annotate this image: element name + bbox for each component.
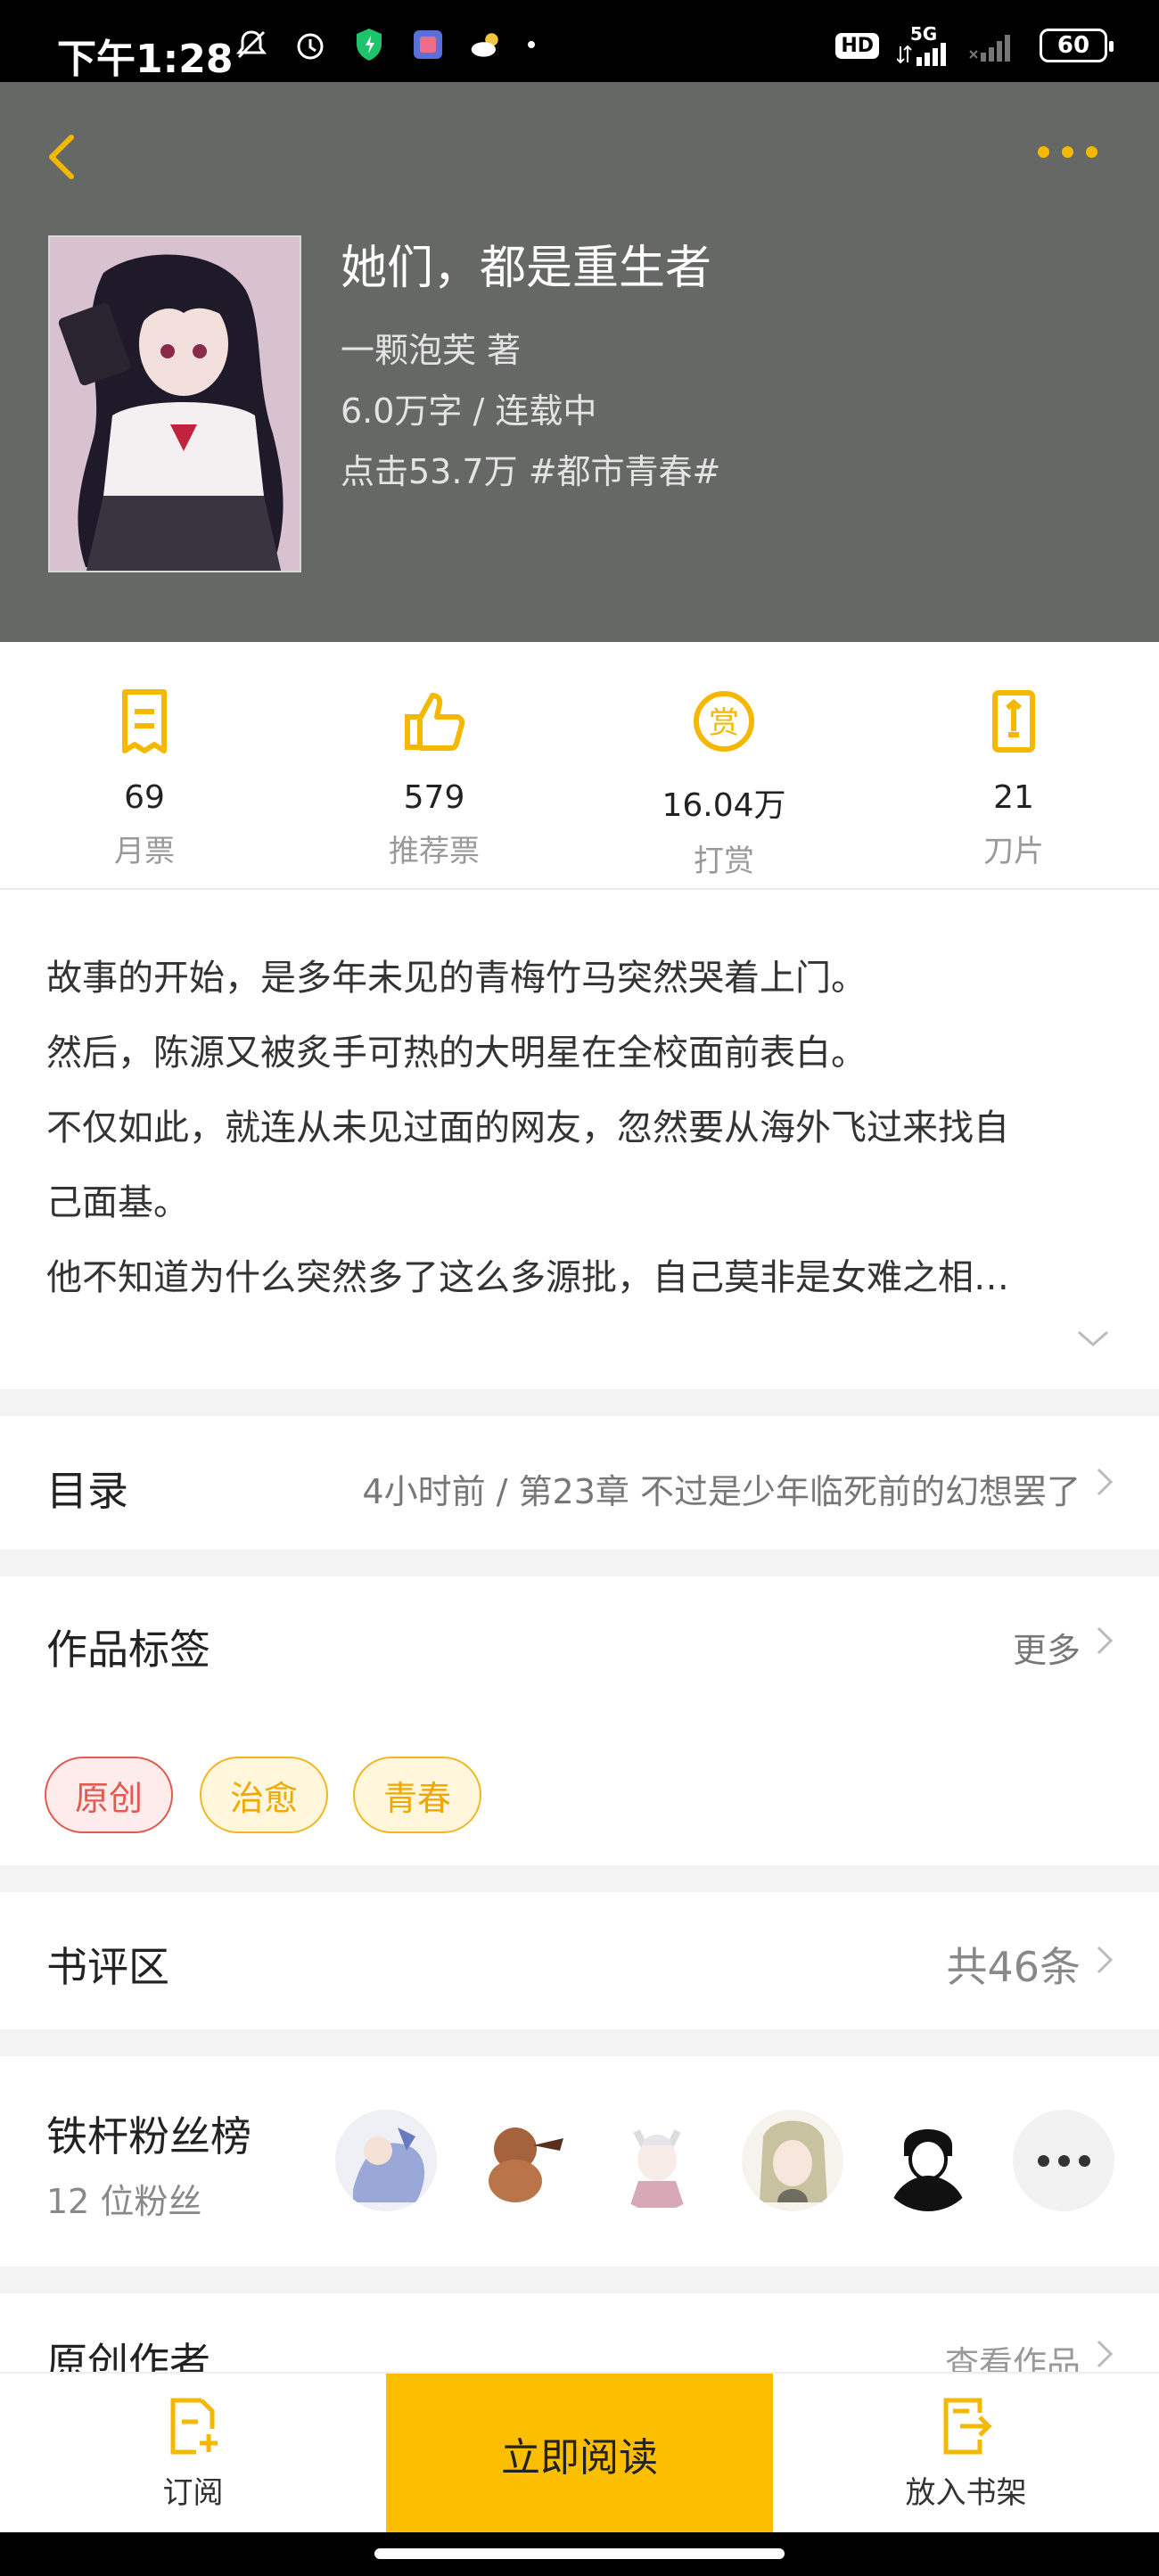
stat-label: 刀片 bbox=[983, 834, 1044, 869]
description-line: 然后，陈源又被炙手可热的大明星在全校面前表白。 bbox=[46, 1033, 867, 1074]
chevron-right-icon bbox=[1097, 1468, 1114, 1496]
book-description[interactable]: 故事的开始，是多年未见的青梅竹马突然哭着上门。 然后，陈源又被炙手可热的大明星在… bbox=[0, 890, 1159, 1389]
stat-value: 69 bbox=[124, 779, 165, 816]
status-bar: 下午1:28 HD 5G 60 bbox=[0, 0, 1159, 82]
avatar[interactable] bbox=[606, 2110, 708, 2211]
tag-healing[interactable]: 治愈 bbox=[200, 1757, 328, 1833]
tag-original[interactable]: 原创 bbox=[45, 1757, 173, 1833]
stat-label: 推荐票 bbox=[389, 834, 480, 869]
more-dot-icon bbox=[1086, 145, 1097, 158]
more-notifications-dot bbox=[528, 41, 535, 48]
avatar[interactable] bbox=[471, 2110, 572, 2211]
book-header: 她们，都是重生者 一颗泡芙 著 6.0万字 / 连载中 点击53.7万 #都市青… bbox=[0, 82, 1159, 642]
more-dot-icon bbox=[1038, 145, 1049, 158]
shield-icon bbox=[351, 27, 387, 62]
stat-blade[interactable]: 21 刀片 bbox=[907, 687, 1121, 870]
stat-label: 月票 bbox=[114, 834, 175, 869]
tag-youth[interactable]: 青春 bbox=[353, 1757, 481, 1833]
more-dot-icon bbox=[1037, 2154, 1049, 2167]
chevron-down-icon[interactable] bbox=[1075, 1325, 1111, 1352]
chevron-left-icon bbox=[49, 135, 74, 179]
add-to-shelf-label: 放入书架 bbox=[905, 2474, 1027, 2511]
app-notification-icon bbox=[410, 27, 446, 62]
tags-title: 作品标签 bbox=[46, 1625, 210, 1674]
description-line: 不仅如此，就连从未见过面的网友，忽然要从海外飞过来找自 bbox=[46, 1107, 1009, 1148]
fans-more-button[interactable] bbox=[1013, 2110, 1114, 2211]
blade-card-icon bbox=[992, 690, 1035, 753]
stat-value: 579 bbox=[403, 779, 465, 816]
chevron-right-icon bbox=[1097, 1946, 1114, 1974]
avatar[interactable] bbox=[742, 2110, 843, 2211]
status-notification-icons bbox=[234, 27, 535, 62]
home-gesture-bar[interactable] bbox=[374, 2548, 785, 2559]
monthly-ticket-icon bbox=[122, 689, 167, 753]
signal-bars-secondary-icon bbox=[969, 35, 1010, 62]
fans-title: 铁杆粉丝榜 bbox=[46, 2112, 251, 2160]
add-to-shelf-icon bbox=[943, 2398, 992, 2454]
fan-avatar-5 bbox=[877, 2110, 979, 2211]
catalog-latest-chapter: 4小时前 / 第23章 不过是少年临死前的幻想罢了 bbox=[362, 1472, 1081, 1511]
chevron-right-icon[interactable] bbox=[1095, 1625, 1114, 1657]
cover-illustration bbox=[50, 237, 300, 571]
stat-monthly-ticket[interactable]: 69 月票 bbox=[37, 687, 251, 870]
description-line: 他不知道为什么突然多了这么多源批，自己莫非是女难之相… bbox=[46, 1257, 1009, 1298]
hd-badge: HD bbox=[835, 32, 879, 59]
more-options-button[interactable] bbox=[1038, 134, 1109, 169]
subscribe-button[interactable]: 订阅 bbox=[0, 2374, 386, 2534]
author-section[interactable]: 原创作者 查看作品 bbox=[0, 2293, 1159, 2387]
status-time: 下午1:28 bbox=[57, 37, 234, 82]
stat-value: 21 bbox=[993, 779, 1034, 816]
bottom-action-bar: 订阅 立即阅读 放入书架 bbox=[0, 2372, 1159, 2534]
svg-text:赏: 赏 bbox=[709, 705, 739, 741]
fan-avatar-1 bbox=[335, 2110, 437, 2211]
stat-reward[interactable]: 赏 16.04万 打赏 bbox=[617, 687, 831, 880]
tags-more-link[interactable]: 更多 bbox=[1013, 1623, 1081, 1672]
fan-avatar-3 bbox=[606, 2110, 708, 2211]
book-clicks-genre: 点击53.7万 #都市青春# bbox=[341, 452, 721, 491]
fans-count: 12 位粉丝 bbox=[46, 2182, 202, 2221]
more-dot-icon bbox=[1057, 2154, 1070, 2167]
alarm-icon bbox=[292, 27, 328, 62]
signal-5g: 5G bbox=[897, 25, 950, 66]
reviews-title: 书评区 bbox=[46, 1943, 169, 1991]
description-line: 故事的开始，是多年未见的青梅竹马突然哭着上门。 bbox=[46, 958, 867, 999]
more-dot-icon bbox=[1062, 145, 1073, 158]
book-wordcount-status: 6.0万字 / 连载中 bbox=[341, 391, 597, 431]
reward-coin-icon: 赏 bbox=[694, 691, 754, 752]
fan-avatar-4 bbox=[742, 2110, 843, 2211]
subscribe-label: 订阅 bbox=[162, 2474, 224, 2511]
book-author[interactable]: 一颗泡芙 著 bbox=[341, 323, 521, 372]
system-navigation-bar bbox=[0, 2532, 1159, 2576]
fans-section[interactable]: 铁杆粉丝榜 12 位粉丝 bbox=[0, 2056, 1159, 2267]
stat-value: 16.04万 bbox=[662, 787, 786, 824]
signal-bars-icon bbox=[897, 43, 946, 66]
read-now-button[interactable]: 立即阅读 bbox=[386, 2374, 773, 2534]
add-to-shelf-button[interactable]: 放入书架 bbox=[773, 2374, 1159, 2534]
catalog-title: 目录 bbox=[46, 1467, 128, 1515]
chevron-right-icon bbox=[1097, 2340, 1114, 2368]
network-type-label: 5G bbox=[909, 23, 938, 45]
fan-avatar-2 bbox=[471, 2110, 572, 2211]
book-cover[interactable] bbox=[48, 235, 301, 572]
avatar[interactable] bbox=[877, 2110, 979, 2211]
description-line: 己面基。 bbox=[46, 1182, 189, 1223]
status-system-icons: HD 5G 60 bbox=[835, 25, 1114, 66]
stat-recommend-ticket[interactable]: 579 推荐票 bbox=[327, 687, 541, 870]
tags-section: 作品标签 更多 bbox=[0, 1576, 1159, 1865]
back-button[interactable] bbox=[36, 119, 89, 191]
more-dot-icon bbox=[1078, 2154, 1090, 2167]
reviews-count: 共46条 bbox=[946, 1943, 1081, 1991]
catalog-row[interactable]: 目录 4小时前 / 第23章 不过是少年临死前的幻想罢了 bbox=[0, 1416, 1159, 1550]
subscribe-icon bbox=[170, 2398, 218, 2454]
stat-label: 打赏 bbox=[694, 844, 754, 879]
battery-icon: 60 bbox=[1040, 29, 1114, 62]
stats-bar: 69 月票 579 推荐票 赏 16.04万 打赏 21 刀片 bbox=[0, 642, 1159, 890]
thumbs-up-icon bbox=[405, 693, 465, 751]
avatar[interactable] bbox=[335, 2110, 437, 2211]
reviews-row[interactable]: 书评区 共46条 bbox=[0, 1892, 1159, 2029]
battery-level: 60 bbox=[1056, 32, 1090, 59]
weather-icon bbox=[469, 27, 505, 62]
book-title: 她们，都是重生者 bbox=[341, 242, 712, 295]
mute-icon bbox=[234, 27, 269, 62]
